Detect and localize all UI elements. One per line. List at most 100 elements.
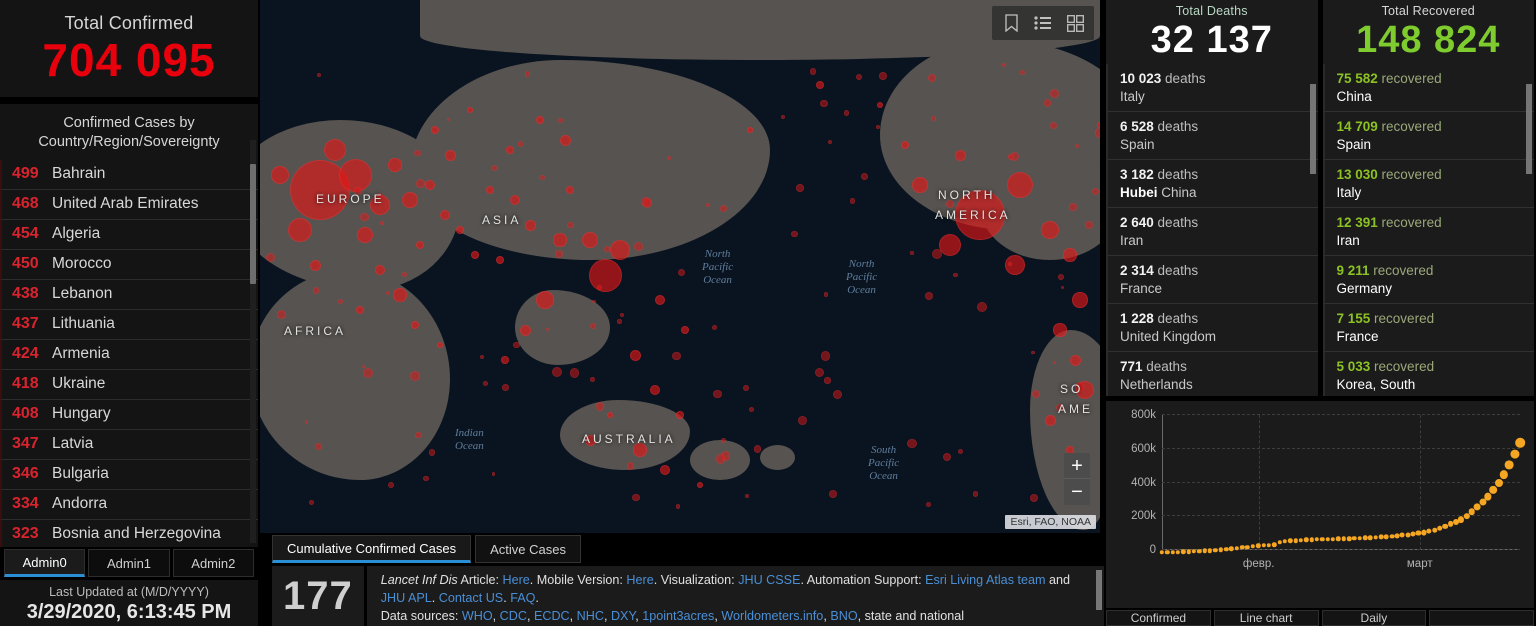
credit-link[interactable]: 1point3acres <box>642 609 714 623</box>
map-zoom-controls[interactable]: + − <box>1064 453 1090 505</box>
confirmed-country-list[interactable]: 499 Bahrain 468 United Arab Emirates 454 Alge… <box>0 160 258 548</box>
credit-link[interactable]: Worldometers.info <box>721 609 823 623</box>
confirmed-title-line1: Confirmed Cases by <box>63 115 194 131</box>
admin-tab-admin0[interactable]: Admin0 <box>4 549 85 577</box>
stat-list-item[interactable]: 1 228 deaths United Kingdom <box>1106 304 1318 352</box>
confirmed-country-row[interactable]: 424 Armenia <box>0 340 258 370</box>
confirmed-country-row[interactable]: 418 Ukraine <box>0 370 258 400</box>
credit-link[interactable]: JHU APL <box>381 591 432 605</box>
confirmed-country-row[interactable]: 468 United Arab Emirates <box>0 190 258 220</box>
chart-data-point <box>1500 471 1508 479</box>
stat-list-item[interactable]: 771 deaths Netherlands <box>1106 352 1318 396</box>
credit-link[interactable]: FAQ <box>510 591 535 605</box>
stat-list-item[interactable]: 3 182 deaths Hubei China <box>1106 160 1318 208</box>
credits-rich-text[interactable]: Article: Here. Mobile Version: Here. Vis… <box>381 573 1070 605</box>
stat-unit: deaths <box>1154 263 1198 278</box>
credit-link[interactable]: Here <box>503 573 530 587</box>
stat-list-item[interactable]: 2 314 deaths France <box>1106 256 1318 304</box>
total-confirmed-panel: Total Confirmed 704 095 <box>0 0 258 100</box>
chart-bottom-tabs[interactable]: Confirmed Line chart Daily <box>1104 608 1536 626</box>
stat-list-item[interactable]: 2 640 deaths Iran <box>1106 208 1318 256</box>
chart-gridline <box>1162 414 1520 415</box>
stat-list-item[interactable]: 9 211 recovered Germany <box>1323 256 1535 304</box>
chart-x-tick-label: март <box>1407 558 1433 570</box>
stat-count-line: 6 528 deaths <box>1120 118 1308 136</box>
credit-link[interactable]: NHC <box>577 609 604 623</box>
confirmed-country-row[interactable]: 450 Morocco <box>0 250 258 280</box>
confirmed-country-row[interactable]: 346 Bulgaria <box>0 460 258 490</box>
total-deaths-panel: Total Deaths 32 137 10 023 deaths Italy 6 … <box>1106 0 1318 396</box>
stat-place-line: China <box>1337 88 1525 106</box>
admin-tab-admin2[interactable]: Admin2 <box>173 549 254 577</box>
stat-list-item[interactable]: 6 528 deaths Spain <box>1106 112 1318 160</box>
stat-list-item[interactable]: 7 155 recovered France <box>1323 304 1535 352</box>
cumulative-cases-chart[interactable]: 0 200k 400k 600k 800k февр. март <box>1106 401 1534 608</box>
credit-link[interactable]: DXY <box>611 609 635 623</box>
credit-link[interactable]: Contact US <box>439 591 503 605</box>
stat-region: Hubei <box>1120 185 1158 200</box>
recovered-by-region-list[interactable]: 75 582 recovered China 14 709 recovered Spa… <box>1323 64 1535 396</box>
map-layer-tabs[interactable]: Cumulative Confirmed Cases Active Cases <box>258 533 1104 563</box>
chart-data-point <box>1515 438 1525 448</box>
credit-link[interactable]: BNO <box>830 609 857 623</box>
stat-place: Iran <box>1337 233 1360 248</box>
stat-place-line: France <box>1337 328 1525 346</box>
grid-icon[interactable] <box>1060 10 1090 36</box>
map-tab-cumulative-confirmed-cases[interactable]: Cumulative Confirmed Cases <box>272 535 471 563</box>
list-icon[interactable] <box>1028 10 1058 36</box>
world-map[interactable]: EUROPE ASIA AFRICA AUSTRALIA NORTH AMERICA SO A… <box>260 0 1100 533</box>
confirmed-country-row[interactable]: 408 Hungary <box>0 400 258 430</box>
map-tab-active-cases[interactable]: Active Cases <box>475 535 581 563</box>
credit-link[interactable]: Esri Living Atlas team <box>925 573 1045 587</box>
zoom-out-button[interactable]: − <box>1064 479 1090 505</box>
last-updated-title: Last Updated at (M/D/YYYY) <box>49 585 209 599</box>
confirmed-country-row[interactable]: 334 Andorra <box>0 490 258 520</box>
map-toolbar[interactable] <box>992 6 1094 40</box>
confirmed-country-row[interactable]: 438 Lebanon <box>0 280 258 310</box>
credit-text: . Visualization: <box>654 573 738 587</box>
stat-list-item[interactable]: 13 030 recovered Italy <box>1323 160 1535 208</box>
total-deaths-header: Total Deaths 32 137 <box>1106 0 1318 64</box>
chart-bottom-tab[interactable]: Line chart <box>1214 610 1319 626</box>
credit-link[interactable]: Here <box>626 573 653 587</box>
credits-panel[interactable]: Lancet Inf Dis Article: Here. Mobile Ver… <box>367 566 1104 626</box>
admin-level-tabs[interactable]: Admin0 Admin1 Admin2 <box>0 547 258 577</box>
confirmed-country-row[interactable]: 323 Bosnia and Herzegovina <box>0 520 258 548</box>
credit-link[interactable]: WHO <box>462 609 493 623</box>
confirmed-country-row[interactable]: 454 Algeria <box>0 220 258 250</box>
credit-link[interactable]: CDC <box>500 609 527 623</box>
credit-link[interactable]: JHU CSSE <box>738 573 800 587</box>
covid-dashboard: Total Confirmed 704 095 Confirmed Cases … <box>0 0 1536 626</box>
confirmed-country-row[interactable]: 437 Lithuania <box>0 310 258 340</box>
recovered-list-scrollbar[interactable] <box>1526 84 1532 174</box>
chart-bottom-tab[interactable]: Daily <box>1322 610 1427 626</box>
stat-list-item[interactable]: 10 023 deaths Italy <box>1106 64 1318 112</box>
stat-count-line: 2 314 deaths <box>1120 262 1308 280</box>
bookmark-icon[interactable] <box>996 10 1026 36</box>
chart-data-point <box>1331 537 1335 541</box>
confirmed-list-scrollbar-thumb[interactable] <box>250 164 256 284</box>
confirmed-by-country-panel: Confirmed Cases by Country/Region/Sovere… <box>0 104 258 548</box>
stat-list-item[interactable]: 5 033 recovered Korea, South <box>1323 352 1535 396</box>
credits-scrollbar[interactable] <box>1096 570 1102 610</box>
total-recovered-header: Total Recovered 148 824 <box>1323 0 1535 64</box>
chart-bottom-tab[interactable]: Confirmed <box>1106 610 1211 626</box>
deaths-list-scrollbar[interactable] <box>1310 84 1316 174</box>
country-case-count: 499 <box>12 165 45 183</box>
stat-list-item[interactable]: 12 391 recovered Iran <box>1323 208 1535 256</box>
total-deaths-value: 32 137 <box>1151 18 1273 62</box>
chart-bottom-tab[interactable] <box>1429 610 1534 626</box>
confirmed-country-row[interactable]: 347 Latvia <box>0 430 258 460</box>
chart-data-point <box>1368 535 1373 540</box>
credit-link[interactable]: ECDC <box>534 609 570 623</box>
zoom-in-button[interactable]: + <box>1064 453 1090 479</box>
chart-data-point <box>1176 550 1180 554</box>
stat-list-item[interactable]: 14 709 recovered Spain <box>1323 112 1535 160</box>
admin-tab-admin1[interactable]: Admin1 <box>88 549 169 577</box>
stat-list-item[interactable]: 75 582 recovered China <box>1323 64 1535 112</box>
country-case-count: 468 <box>12 195 45 213</box>
stat-place-line: France <box>1120 280 1308 298</box>
confirmed-country-row[interactable]: 499 Bahrain <box>0 160 258 190</box>
deaths-by-region-list[interactable]: 10 023 deaths Italy 6 528 deaths Spain 3 182… <box>1106 64 1318 396</box>
data-sources-rich-text[interactable]: WHO, CDC, ECDC, NHC, DXY, 1point3acres, … <box>462 609 964 623</box>
